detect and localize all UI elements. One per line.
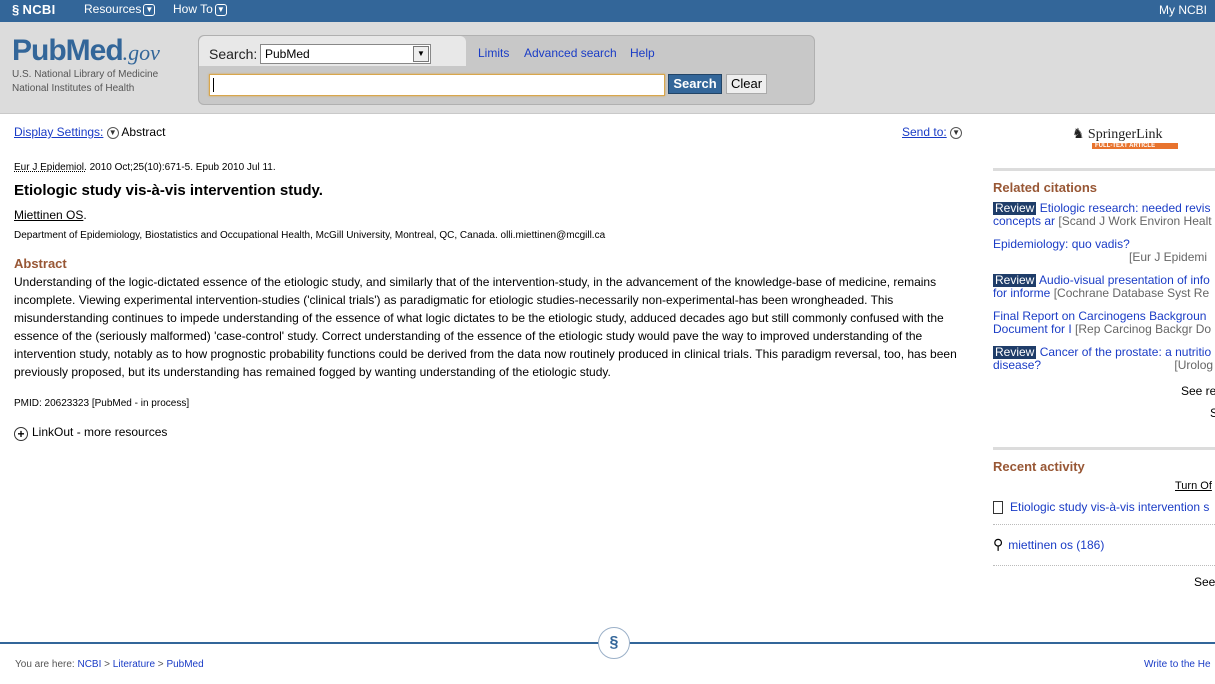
see-all-link[interactable]: S (1210, 406, 1215, 420)
springer-horse-icon: ♞ (1072, 127, 1085, 142)
related-citation[interactable]: Epidemiology: quo vadis? [Eur J Epidemi (993, 238, 1215, 264)
pmid: PMID: 20623323 [PubMed - in process] (14, 398, 190, 409)
display-format: Abstract (121, 125, 166, 139)
see-more-link[interactable]: See (1194, 575, 1215, 589)
related-citation[interactable]: Review Audio-visual presentation of info… (993, 274, 1215, 300)
search-input[interactable] (209, 74, 665, 96)
related-citations-heading: Related citations (993, 180, 1098, 195)
citation: Eur J Epidemiol. 2010 Oct;25(10):671-5. … (14, 162, 276, 173)
authors: Miettinen OS. (14, 208, 87, 222)
related-citation[interactable]: Review Cancer of the prostate: a nutriti… (993, 346, 1215, 372)
search-bar: Search: PubMed ▼ Limits Advanced search … (198, 35, 815, 105)
clear-button[interactable]: Clear (726, 74, 767, 94)
see-reviews-link[interactable]: See re (1181, 384, 1215, 398)
chevron-down-icon: ▼ (413, 46, 429, 62)
turn-off-link[interactable]: Turn Of (1175, 480, 1212, 492)
advanced-search-link[interactable]: Advanced search (524, 46, 617, 60)
ncbi-top-bar: § NCBI Resources ▼ How To ▼ My NCBI (0, 0, 1215, 22)
plus-icon: + (14, 427, 28, 441)
author-link[interactable]: Miettinen OS (14, 208, 83, 222)
breadcrumb-literature[interactable]: Literature (113, 659, 155, 670)
howto-menu[interactable]: How To ▼ (173, 2, 227, 16)
related-citation[interactable]: Review Etiologic research: needed revis … (993, 202, 1215, 228)
article-title: Etiologic study vis-à-vis intervention s… (14, 182, 323, 199)
linkout-toggle[interactable]: + LinkOut - more resources (14, 425, 167, 441)
pubmed-logo[interactable]: PubMed.gov U.S. National Library of Medi… (12, 34, 160, 96)
write-to-helpdesk-link[interactable]: Write to the He (1144, 659, 1211, 670)
breadcrumb-pubmed[interactable]: PubMed (166, 659, 203, 670)
document-icon (993, 501, 1003, 514)
pubmed-header: PubMed.gov U.S. National Library of Medi… (0, 22, 1215, 114)
springerlink-logo[interactable]: ♞ SpringerLink FULL-TEXT ARTICLE (1072, 126, 1178, 149)
related-citation[interactable]: Final Report on Carcinogens Backgroun Do… (993, 310, 1215, 336)
send-to[interactable]: Send to: ▼ (902, 125, 963, 139)
dna-icon: § (12, 2, 20, 17)
ncbi-footer-logo-icon[interactable]: § (598, 627, 630, 659)
abstract-heading: Abstract (14, 256, 67, 271)
database-select[interactable]: PubMed ▼ (260, 44, 431, 64)
display-settings: Display Settings: ▼ Abstract (14, 125, 165, 139)
journal-link[interactable]: Eur J Epidemiol. (14, 162, 87, 173)
search-label: Search: (209, 46, 258, 62)
chevron-down-icon[interactable]: ▼ (106, 126, 119, 139)
affiliation: Department of Epidemiology, Biostatistic… (14, 230, 606, 241)
breadcrumb: You are here: NCBI > Literature > PubMed (15, 659, 204, 670)
resources-menu[interactable]: Resources ▼ (84, 2, 156, 16)
help-link[interactable]: Help (630, 46, 655, 60)
display-settings-link[interactable]: Display Settings: (14, 125, 103, 139)
search-button[interactable]: Search (668, 74, 722, 94)
recent-item-search[interactable]: ⚲ miettinen os (186) (993, 536, 1215, 553)
my-ncbi-link[interactable]: My NCBI (1159, 3, 1207, 17)
chevron-down-icon: ▼ (143, 3, 156, 16)
chevron-down-icon: ▼ (214, 3, 227, 16)
limits-link[interactable]: Limits (478, 46, 509, 60)
recent-item-article[interactable]: Etiologic study vis-à-vis intervention s (993, 500, 1215, 514)
abstract-text: Understanding of the logic-dictated esse… (14, 275, 957, 379)
ncbi-logo[interactable]: § NCBI (12, 2, 56, 17)
chevron-down-icon: ▼ (950, 126, 963, 139)
recent-activity-heading: Recent activity (993, 459, 1085, 474)
breadcrumb-ncbi[interactable]: NCBI (77, 659, 101, 670)
search-icon: ⚲ (993, 536, 1004, 552)
